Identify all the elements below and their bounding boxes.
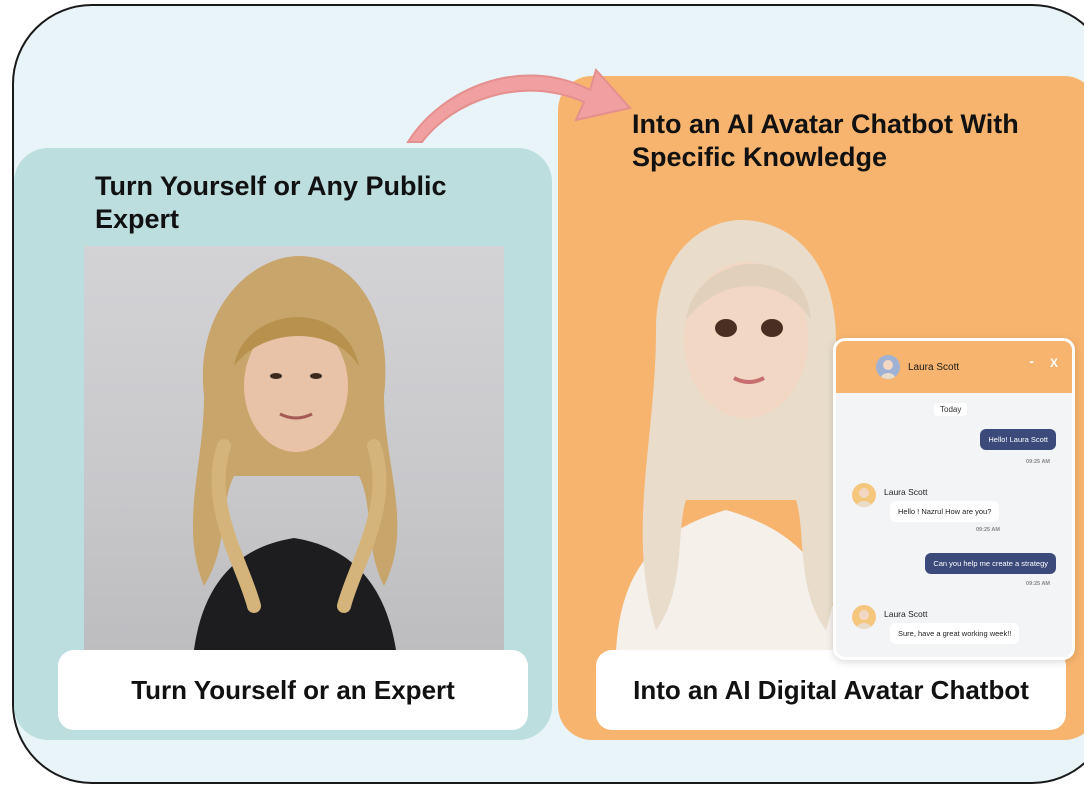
chat-header: Laura Scott - X — [836, 341, 1072, 393]
chat-avatar — [876, 355, 900, 379]
sender-name: Laura Scott — [884, 487, 928, 497]
right-caption: Into an AI Digital Avatar Chatbot — [596, 650, 1066, 730]
message-time: 09:25 AM — [1026, 581, 1050, 587]
message-incoming: Hello ! Nazrul How are you? — [890, 501, 1000, 522]
left-caption: Turn Yourself or an Expert — [58, 650, 528, 730]
message-time: 09:25 AM — [976, 527, 1000, 533]
message-time: 09:25 AM — [1026, 459, 1050, 465]
sender-avatar — [852, 605, 876, 629]
expert-photo — [84, 246, 504, 650]
chat-widget: Laura Scott - X Today Hello! Laura Scott… — [833, 338, 1075, 660]
right-heading: Into an AI Avatar Chatbot With Specific … — [632, 109, 1019, 172]
ai-avatar-image — [596, 210, 856, 652]
message-incoming: Sure, have a great working week!! — [890, 623, 1020, 644]
chat-messages: Today Hello! Laura Scott 09:25 AM Laura … — [836, 393, 1072, 657]
message-outgoing: Hello! Laura Scott — [980, 429, 1056, 450]
day-divider: Today — [934, 403, 968, 416]
sender-name: Laura Scott — [884, 609, 928, 619]
chat-contact-name: Laura Scott — [908, 361, 960, 373]
curved-arrow-icon — [406, 68, 632, 143]
minimize-icon[interactable]: - — [1029, 353, 1034, 369]
left-heading: Turn Yourself or Any Public Expert — [95, 171, 447, 234]
message-outgoing: Can you help me create a strategy — [925, 553, 1056, 574]
close-icon[interactable]: X — [1050, 356, 1058, 370]
sender-avatar — [852, 483, 876, 507]
